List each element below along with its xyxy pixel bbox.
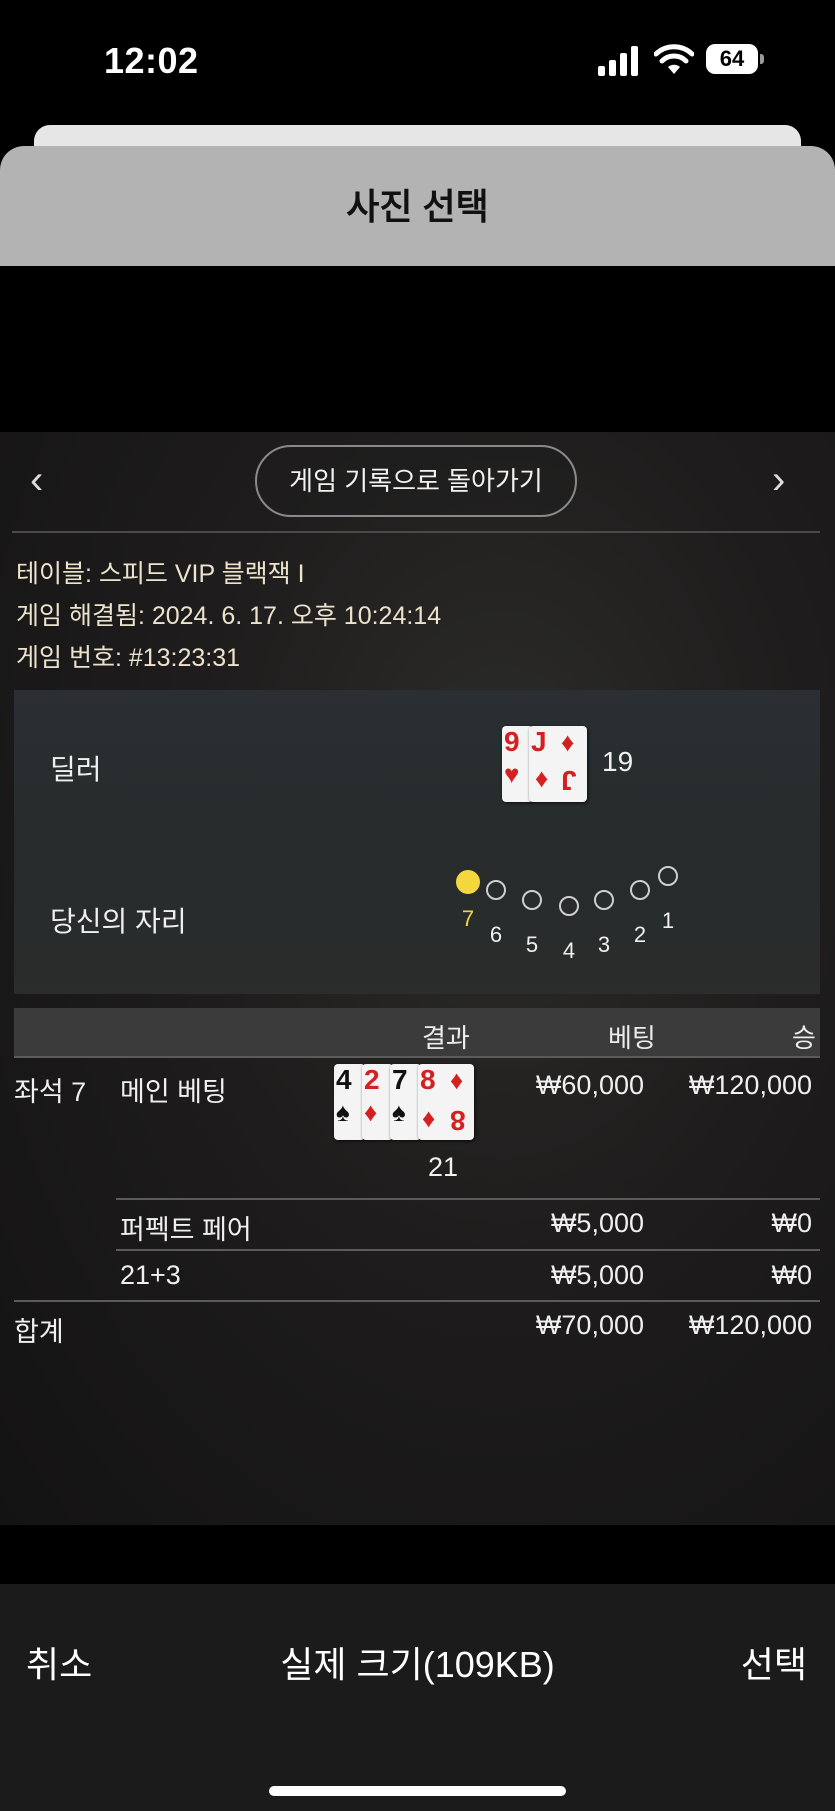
divider xyxy=(116,1249,820,1251)
dealer-label: 딜러 xyxy=(50,754,102,785)
your-seat-label: 당신의 자리 xyxy=(50,906,187,937)
resolved-time: 게임 해결됨: 2024. 6. 17. 오후 10:24:14 xyxy=(16,602,442,630)
player-card: 4 ♠ xyxy=(334,1064,365,1140)
header-win: 승 xyxy=(792,1023,816,1053)
side-bet-label: 21+3 xyxy=(120,1260,181,1290)
dealer-panel: 딜러 9 ♥ J ♦ ♦ J 19 당신의 자리 7 6 5 4 3 2 1 xyxy=(14,690,820,994)
seat-cell: 좌석 7 xyxy=(14,1077,87,1107)
table-name: 테이블: 스피드 VIP 블랙잭 I xyxy=(16,560,305,588)
side-bet-win: ₩0 xyxy=(771,1260,813,1290)
divider xyxy=(12,531,820,533)
actual-size-button[interactable]: 실제 크기(109KB) xyxy=(0,1636,835,1688)
cellular-signal-icon xyxy=(598,46,638,76)
seat-number-7: 7 xyxy=(461,906,475,931)
status-time: 12:02 xyxy=(104,40,199,81)
player-card: 8 ♦ ♦ 8 xyxy=(418,1064,474,1140)
player-card: 7 ♠ xyxy=(390,1064,421,1140)
divider xyxy=(14,1300,820,1302)
image-preview: ‹ 게임 기록으로 돌아가기 › 테이블: 스피드 VIP 블랙잭 I 게임 해… xyxy=(0,432,835,1525)
total-win-amount: ₩120,000 xyxy=(688,1310,812,1340)
main-bet-label: 메인 베팅 xyxy=(120,1077,227,1107)
dealer-card: J ♦ ♦ J xyxy=(529,726,587,802)
divider xyxy=(116,1198,820,1200)
seat-number-5: 5 xyxy=(525,932,539,957)
player-card: 2 ♦ xyxy=(362,1064,393,1140)
status-bar: 12:02 64 xyxy=(0,0,835,120)
header-bet: 베팅 xyxy=(608,1023,656,1053)
seat-marker-6 xyxy=(486,880,506,900)
seat-marker-4 xyxy=(559,896,579,916)
seat-number-3: 3 xyxy=(597,932,611,957)
seat-number-1: 1 xyxy=(661,908,675,933)
side-bet-amount: ₩5,000 xyxy=(550,1260,644,1290)
previous-arrow-icon[interactable]: ‹ xyxy=(30,460,64,500)
back-to-history-button[interactable]: 게임 기록으로 돌아가기 xyxy=(255,445,577,517)
home-indicator[interactable] xyxy=(269,1786,566,1796)
battery-level: 64 xyxy=(706,44,758,74)
seat-marker-1 xyxy=(658,866,678,886)
main-bet-amount: ₩60,000 xyxy=(535,1070,644,1100)
results-table-header: 결과 베팅 승 xyxy=(14,1008,820,1056)
player-total: 21 xyxy=(428,1152,459,1182)
seat-marker-3 xyxy=(594,890,614,910)
main-win-amount: ₩120,000 xyxy=(688,1070,812,1100)
divider xyxy=(14,1056,820,1058)
bottom-toolbar: 취소 실제 크기(109KB) 선택 xyxy=(0,1584,835,1811)
dealer-total: 19 xyxy=(602,746,634,777)
battery-icon: 64 xyxy=(706,44,766,76)
seat-marker-2 xyxy=(630,880,650,900)
game-number: 게임 번호: #13:23:31 xyxy=(16,644,241,672)
seat-number-2: 2 xyxy=(633,922,647,947)
total-bet-amount: ₩70,000 xyxy=(535,1310,644,1340)
seat-number-6: 6 xyxy=(489,922,503,947)
side-bet-amount: ₩5,000 xyxy=(550,1208,644,1238)
next-arrow-icon[interactable]: › xyxy=(772,460,806,500)
select-button[interactable]: 선택 xyxy=(741,1636,807,1688)
side-bet-win: ₩0 xyxy=(771,1208,813,1238)
total-label: 합계 xyxy=(14,1317,64,1347)
sheet-title: 사진 선택 xyxy=(346,186,489,227)
header-result: 결과 xyxy=(422,1023,470,1053)
seat-marker-7 xyxy=(456,870,480,894)
seat-number-4: 4 xyxy=(562,938,576,963)
seat-marker-5 xyxy=(522,890,542,910)
wifi-icon xyxy=(654,44,694,74)
side-bet-label: 퍼펙트 페어 xyxy=(120,1215,252,1245)
